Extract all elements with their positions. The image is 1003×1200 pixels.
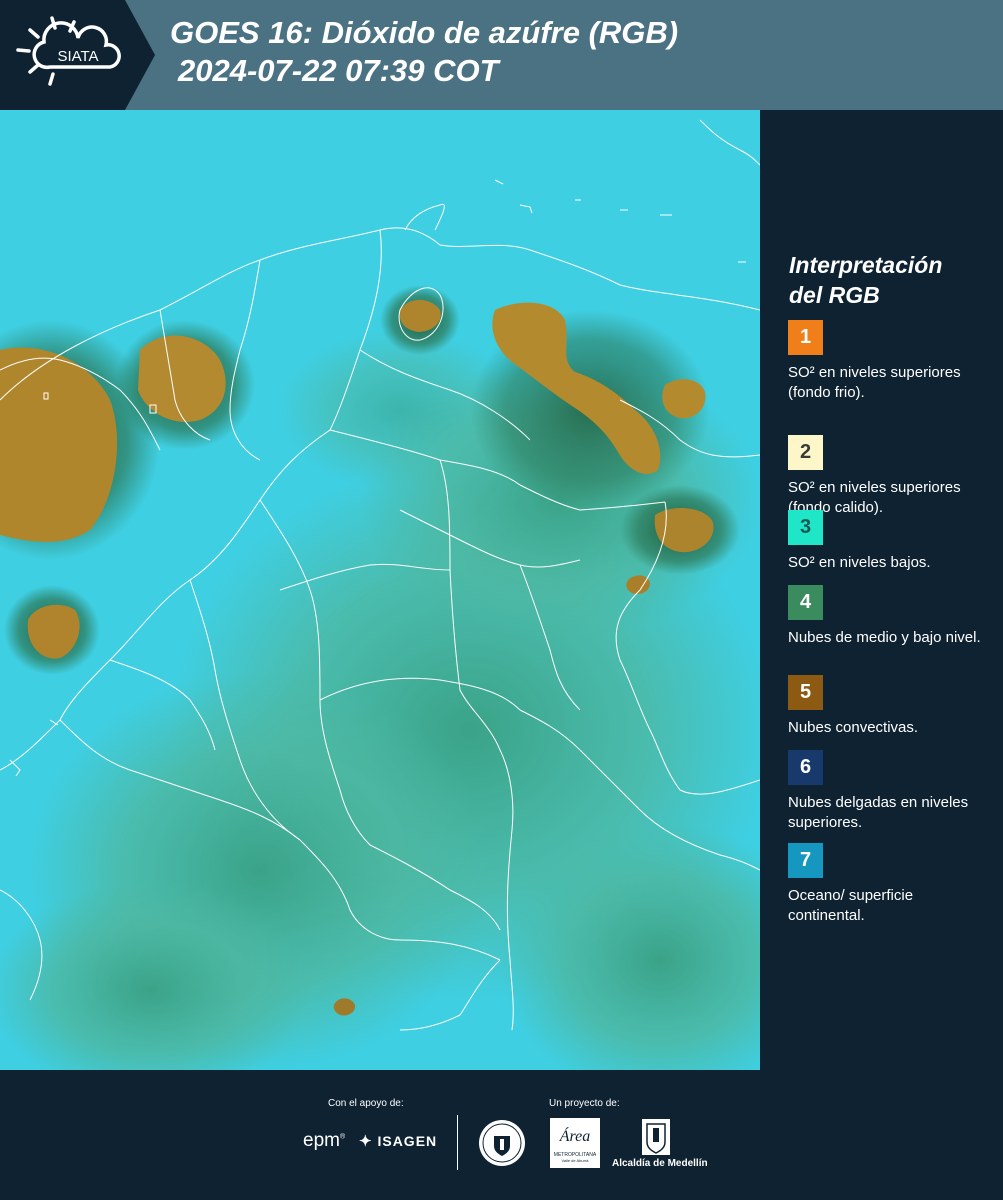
legend-item: 6 Nubes delgadas en niveles superiores. [788,750,988,833]
header-bar: SIATA GOES 16: Dióxido de azúfre (RGB) 2… [0,0,1003,110]
support-label: Con el apoyo de: [328,1098,404,1109]
legend-swatch: 1 [788,320,823,355]
epm-logo: epm® [303,1130,346,1151]
legend-swatch: 2 [788,435,823,470]
legend-title: Interpretación del RGB [789,250,942,310]
legend-item: 3 SO² en niveles bajos. [788,510,988,573]
legend-title-line2: del RGB [789,282,880,308]
medellin-seal-icon [479,1120,525,1166]
footer-divider [457,1115,458,1170]
legend-label: Oceano/ superficie continental. [788,887,914,924]
project-label: Un proyecto de: [549,1098,620,1109]
legend-label: SO² en niveles bajos. [788,554,931,571]
legend-swatch: 7 [788,843,823,878]
alcaldia-text: Alcaldía de Medellín [612,1158,708,1169]
isagen-mark-icon: ✦ [359,1133,373,1150]
legend-label: Nubes convectivas. [788,719,919,736]
legend-panel: Interpretación del RGB 1 SO² en niveles s… [760,110,1003,1070]
legend-swatch: 3 [788,510,823,545]
isagen-logo: ✦ ISAGEN [359,1132,437,1150]
legend-swatch: 5 [788,675,823,710]
legend-title-line1: Interpretación [789,252,943,278]
epm-logo-text: epm [303,1130,340,1151]
siata-logo: SIATA [0,0,155,110]
isagen-logo-text: ISAGEN [377,1133,438,1149]
legend-label: Nubes delgadas en niveles superiores. [788,794,969,831]
area-metro-text: Área [559,1128,591,1145]
page-title: GOES 16: Dióxido de azúfre (RGB) 2024-07… [170,14,678,90]
legend-swatch: 4 [788,585,823,620]
legend-swatch: 6 [788,750,823,785]
legend-label: SO² en niveles superiores (fondo frio). [788,364,961,401]
legend-item: 4 Nubes de medio y bajo nivel. [788,585,988,648]
legend-item: 2 SO² en niveles superiores (fondo calido… [788,435,988,518]
legend-item: 5 Nubes convectivas. [788,675,988,738]
legend-item: 7 Oceano/ superficie continental. [788,843,988,926]
area-metropolitana-logo: Área METROPOLITANA Valle de Aburrá [550,1118,600,1168]
logo-text: SIATA [57,48,98,65]
title-product: GOES 16: Dióxido de azúfre (RGB) [170,15,679,50]
legend-item: 1 SO² en niveles superiores (fondo frio). [788,320,988,403]
legend-label: Nubes de medio y bajo nivel. [788,629,981,646]
area-metro-subtext2: Valle de Aburrá [561,1158,589,1163]
alcaldia-shield-icon [642,1119,670,1155]
footer-bar: Con el apoyo de: Un proyecto de: epm® ✦ … [0,1070,1003,1200]
satellite-rgb-map[interactable] [0,110,760,1070]
title-datetime: 2024-07-22 07:39 COT [178,53,499,88]
